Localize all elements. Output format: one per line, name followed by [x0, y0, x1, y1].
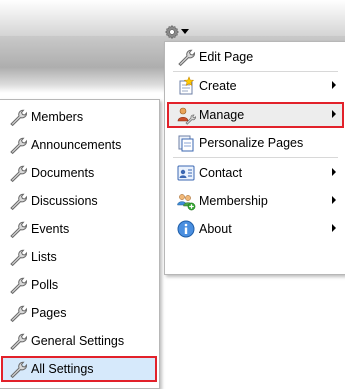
submenu-item-label: Members — [31, 110, 84, 124]
menu-item-label: Contact — [199, 166, 243, 180]
wrench-icon — [8, 163, 28, 183]
submenu-item-discussions[interactable]: Discussions — [1, 188, 157, 214]
wrench-icon — [8, 107, 28, 127]
submenu-item-pages[interactable]: Pages — [1, 300, 157, 326]
menu-divider — [173, 71, 338, 72]
wrench-icon — [176, 47, 196, 67]
menu-item-label: Edit Page — [199, 50, 254, 64]
submenu-arrow-icon — [332, 168, 336, 176]
submenu-arrow-icon — [332, 81, 336, 89]
contact-icon — [176, 163, 196, 183]
menu-item-membership[interactable]: Membership — [167, 188, 344, 214]
submenu-item-all-settings[interactable]: All Settings — [1, 356, 157, 382]
submenu-item-general-settings[interactable]: General Settings — [1, 328, 157, 354]
submenu-arrow-icon — [332, 224, 336, 232]
submenu-arrow-icon — [332, 110, 336, 118]
menu-item-label: Membership — [199, 194, 268, 208]
chevron-down-icon — [181, 29, 189, 35]
wrench-icon — [8, 135, 28, 155]
menu-item-about[interactable]: About — [167, 216, 344, 242]
menu-item-label: Personalize Pages — [199, 136, 304, 150]
submenu-item-label: Polls — [31, 278, 59, 292]
submenu-item-label: Events — [31, 222, 70, 236]
wrench-icon — [8, 303, 28, 323]
info-icon — [176, 219, 196, 239]
submenu-arrow-icon — [332, 196, 336, 204]
personalize-icon — [176, 133, 196, 153]
wrench-icon — [8, 247, 28, 267]
wrench-icon — [8, 359, 28, 379]
menu-divider — [173, 157, 338, 158]
settings-menu-button[interactable] — [164, 24, 196, 40]
menu-item-personalize-pages[interactable]: Personalize Pages — [167, 130, 344, 156]
submenu-item-label: General Settings — [31, 334, 125, 348]
wrench-icon — [8, 219, 28, 239]
submenu-item-members[interactable]: Members — [1, 104, 157, 130]
submenu-item-label: Documents — [31, 166, 95, 180]
settings-dropdown-menu: Edit Page Create Manage Personalize Page… — [164, 41, 345, 275]
submenu-item-label: Lists — [31, 250, 57, 264]
menu-item-contact[interactable]: Contact — [167, 160, 344, 186]
submenu-item-label: All Settings — [31, 362, 94, 376]
menu-item-manage[interactable]: Manage — [167, 102, 344, 128]
submenu-item-label: Announcements — [31, 138, 122, 152]
submenu-item-lists[interactable]: Lists — [1, 244, 157, 270]
wrench-icon — [8, 275, 28, 295]
menu-item-edit-page[interactable]: Edit Page — [167, 44, 344, 70]
manage-submenu: Members Announcements Documents Discussi… — [0, 99, 160, 389]
menu-item-label: Manage — [199, 108, 245, 122]
wrench-icon — [8, 191, 28, 211]
submenu-item-events[interactable]: Events — [1, 216, 157, 242]
menu-item-label: About — [199, 222, 232, 236]
submenu-item-label: Pages — [31, 306, 67, 320]
submenu-item-label: Discussions — [31, 194, 98, 208]
gear-icon — [164, 24, 180, 40]
create-icon — [176, 76, 196, 96]
wrench-icon — [8, 331, 28, 351]
membership-icon — [176, 191, 196, 211]
submenu-item-announcements[interactable]: Announcements — [1, 132, 157, 158]
menu-item-create[interactable]: Create — [167, 73, 344, 99]
submenu-item-documents[interactable]: Documents — [1, 160, 157, 186]
submenu-item-polls[interactable]: Polls — [1, 272, 157, 298]
menu-item-label: Create — [199, 79, 237, 93]
manage-icon — [176, 105, 196, 125]
